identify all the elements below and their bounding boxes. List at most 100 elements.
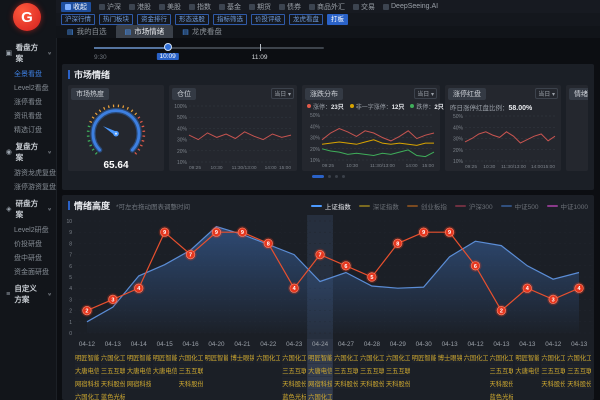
emotion-height-chart[interactable]: 01234567891023497998476589962434	[62, 215, 594, 339]
app-logo[interactable]: G	[13, 3, 41, 31]
stock-name[interactable]: 三五互联	[567, 364, 591, 376]
sidebar-item-盘中研盘[interactable]: 盘中研盘	[0, 251, 56, 265]
stock-name[interactable]: 明匠智能	[515, 351, 539, 363]
period-dropdown[interactable]: 当日 ▾	[271, 88, 294, 99]
date-label[interactable]: 04-12	[463, 339, 489, 351]
index-legend-创业板指[interactable]: 创业板指	[407, 201, 447, 211]
stock-name[interactable]: 三五互联	[541, 364, 565, 376]
slider-handle[interactable]	[164, 43, 172, 51]
sidebar-item-精选订盘[interactable]: 精选订盘	[0, 123, 56, 137]
sidebar-item-Level2看盘[interactable]: Level2看盘	[0, 81, 56, 95]
sidebar-item-资讯看盘[interactable]: 资讯看盘	[0, 109, 56, 123]
stock-name[interactable]: 六国化工	[464, 351, 488, 363]
action-button[interactable]: 打板	[327, 14, 348, 25]
sidebar-item-资金面研盘[interactable]: 资金面研盘	[0, 265, 56, 279]
nav-item-港股[interactable]: 港股	[129, 2, 151, 12]
stock-name[interactable]: 天科股份	[282, 377, 306, 389]
stock-name[interactable]: 六国化工	[179, 351, 203, 363]
stock-name[interactable]: 明匠智能	[205, 351, 229, 363]
stock-name[interactable]: 天科股份	[179, 377, 203, 389]
quick-button[interactable]: 资金排行	[137, 14, 171, 25]
legend-item[interactable]: 跌停：2只	[410, 102, 443, 111]
sidebar-item-涨停游资复盘[interactable]: 涨停游资复盘	[0, 180, 56, 194]
sidebar-item-游资龙虎复盘[interactable]: 游资龙虎复盘	[0, 166, 56, 180]
nav-item-商品外汇[interactable]: 商品外汇	[309, 2, 345, 12]
date-label[interactable]: 04-16	[178, 339, 204, 351]
date-label[interactable]: 04-13	[514, 339, 540, 351]
stock-name[interactable]: 天科股份	[386, 377, 410, 389]
nav-item-沪深[interactable]: 沪深	[99, 2, 121, 12]
stock-name[interactable]: 天科股份	[490, 377, 514, 389]
quick-button[interactable]: 沪深行情	[61, 14, 95, 25]
legend-item[interactable]: 非一字涨停：12只	[350, 102, 405, 111]
nav-item-基金[interactable]: 基金	[219, 2, 241, 12]
stock-name[interactable]: 天科股份	[541, 377, 565, 389]
stock-name[interactable]: 六国化工	[101, 351, 125, 363]
stock-name[interactable]: 天科股份	[567, 377, 591, 389]
date-label[interactable]: 04-13	[566, 339, 592, 351]
date-label[interactable]: 04-13	[489, 339, 515, 351]
stock-name[interactable]: 网宿科技	[75, 377, 99, 389]
nav-item-DeepSeeing.AI[interactable]: DeepSeeing.AI	[383, 3, 438, 10]
sidebar-item-价投研盘[interactable]: 价投研盘	[0, 237, 56, 251]
stock-name[interactable]: 明匠智能	[127, 351, 151, 363]
stock-name[interactable]: 大唐电信	[153, 364, 177, 376]
stock-name[interactable]: 网宿科技	[127, 377, 151, 389]
stock-name[interactable]: 六国化工	[282, 351, 306, 363]
stock-name[interactable]: 三五互联	[334, 364, 358, 376]
date-label[interactable]: 04-13	[100, 339, 126, 351]
period-dropdown[interactable]: 当日 ▾	[414, 88, 437, 99]
stock-name[interactable]: 三五互联	[490, 364, 514, 376]
date-label[interactable]: 04-12	[74, 339, 100, 351]
sidebar-group-复盘方案[interactable]: ◉复盘方案∨	[0, 137, 56, 166]
stock-name[interactable]: 六国化工	[567, 351, 591, 363]
stock-name[interactable]: 蓝色光标	[282, 390, 306, 400]
carousel-dot[interactable]	[342, 175, 345, 178]
quick-button[interactable]: 价投评级	[251, 14, 285, 25]
stock-name[interactable]: 博士眼镜	[230, 351, 254, 363]
date-label[interactable]: 04-14	[126, 339, 152, 351]
nav-item-交易[interactable]: 交易	[353, 2, 375, 12]
carousel-dot[interactable]	[328, 175, 331, 178]
sidebar-item-全景看盘[interactable]: 全景看盘	[0, 67, 56, 81]
date-label[interactable]: 04-21	[229, 339, 255, 351]
stock-name[interactable]: 六国化工	[75, 390, 99, 400]
nav-item-美股[interactable]: 美股	[159, 2, 181, 12]
stock-name[interactable]: 天科股份	[101, 377, 125, 389]
stock-name[interactable]: 天科股份	[334, 377, 358, 389]
stock-name[interactable]: 六国化工	[308, 390, 332, 400]
stock-name[interactable]: 大唐电信	[75, 364, 99, 376]
date-label[interactable]: 04-20	[204, 339, 230, 351]
index-legend-中证1000[interactable]: 中证1000	[547, 201, 588, 211]
quick-button[interactable]: 热门板块	[99, 14, 133, 25]
stock-name[interactable]: 三五互联	[360, 364, 384, 376]
sidebar-item-Level2研盘[interactable]: Level2研盘	[0, 223, 56, 237]
stock-name[interactable]: 蓝色光标	[101, 390, 125, 400]
date-label[interactable]: 04-22	[255, 339, 281, 351]
date-label[interactable]: 04-23	[281, 339, 307, 351]
nav-item-收起[interactable]: 收起	[61, 2, 91, 12]
date-label[interactable]: 04-27	[333, 339, 359, 351]
date-label[interactable]: 04-28	[359, 339, 385, 351]
quick-button[interactable]: 形态选股	[175, 14, 209, 25]
quick-button[interactable]: 龙虎看盘	[289, 14, 323, 25]
stock-name[interactable]: 六国化工	[360, 351, 384, 363]
date-label[interactable]: 04-15	[152, 339, 178, 351]
nav-item-指数[interactable]: 指数	[189, 2, 211, 12]
stock-name[interactable]: 六国化工	[386, 351, 410, 363]
stock-name[interactable]: 大唐电信	[127, 364, 151, 376]
stock-name[interactable]: 六国化工	[256, 351, 280, 363]
legend-item[interactable]: 涨停：23只	[307, 102, 344, 111]
nav-item-债券[interactable]: 债券	[279, 2, 301, 12]
tab-我的自选[interactable]: ▤我的自选	[58, 25, 116, 38]
date-label[interactable]: 04-12	[540, 339, 566, 351]
period-dropdown[interactable]: 当日 ▾	[535, 88, 558, 99]
date-label[interactable]: 04-24	[307, 339, 333, 351]
stock-name[interactable]: 明匠智能	[308, 351, 332, 363]
date-label[interactable]: 04-29	[385, 339, 411, 351]
nav-item-期货[interactable]: 期货	[249, 2, 271, 12]
index-legend-上证指数[interactable]: 上证指数	[311, 201, 351, 211]
quick-button[interactable]: 指标筛选	[213, 14, 247, 25]
sidebar-item-涨停看盘[interactable]: 涨停看盘	[0, 95, 56, 109]
index-legend-沪深300[interactable]: 沪深300	[455, 201, 493, 211]
